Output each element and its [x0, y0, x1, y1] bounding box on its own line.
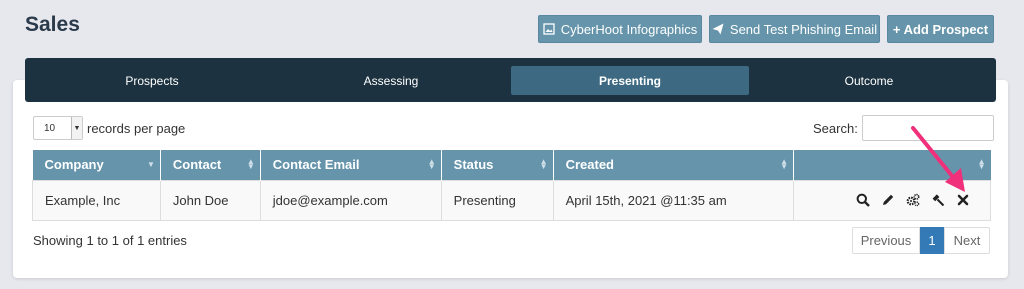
pagination: Previous 1 Next — [852, 227, 990, 254]
tab-outcome[interactable]: Outcome — [747, 66, 991, 95]
cell-status: Presenting — [440, 179, 554, 221]
infographics-label: CyberHoot Infographics — [560, 21, 698, 37]
send-phishing-button[interactable]: Send Test Phishing Email — [709, 15, 880, 43]
image-icon — [543, 23, 555, 35]
annotation-arrow-icon — [911, 126, 965, 192]
page-1-button[interactable]: 1 — [920, 227, 944, 254]
column-label: Created — [565, 157, 614, 173]
column-header-contact-email[interactable]: Contact Email ▲ ▼ — [260, 150, 442, 180]
add-prospect-button[interactable]: + Add Prospect — [887, 15, 994, 43]
column-header-status[interactable]: Status ▲ ▼ — [441, 150, 554, 180]
table-info: Showing 1 to 1 of 1 entries — [33, 233, 187, 248]
cell-company: Example, Inc — [32, 179, 161, 221]
tab-prospects[interactable]: Prospects — [30, 66, 274, 95]
records-per-page-control: 10 ▼ records per page — [33, 116, 185, 140]
sort-desc-icon: ▼ — [146, 160, 155, 169]
search-label: Search: — [813, 120, 858, 136]
column-label: Status — [453, 157, 494, 173]
cell-contact: John Doe — [159, 179, 261, 221]
send-phishing-label: Send Test Phishing Email — [729, 21, 878, 37]
paper-plane-icon — [712, 23, 724, 35]
sort-icon: ▲ ▼ — [780, 157, 789, 171]
edit-icon[interactable] — [880, 193, 895, 208]
tab-bar: Prospects Assessing Presenting Outcome — [25, 58, 996, 102]
cell-created: April 15th, 2021 @11:35 am — [552, 179, 795, 221]
next-page-button[interactable]: Next — [944, 227, 990, 254]
column-header-contact[interactable]: Contact ▲ ▼ — [160, 150, 261, 180]
infographics-button[interactable]: CyberHoot Infographics — [538, 15, 702, 43]
column-header-created[interactable]: Created ▲ ▼ — [553, 150, 795, 180]
column-label: Contact — [172, 157, 222, 173]
tab-assessing[interactable]: Assessing — [269, 66, 513, 95]
records-per-page-select[interactable]: 10 ▼ — [33, 116, 83, 140]
records-per-page-label: records per page — [87, 120, 186, 136]
cell-email: jdoe@example.com — [259, 179, 442, 221]
sort-icon: ▲ ▼ — [246, 157, 255, 171]
prospects-table: Company ▼ Contact ▲ ▼ Contact Email ▲ ▼ Statu… — [32, 150, 991, 221]
table-row: Example, Inc John Doe jdoe@example.com P… — [32, 179, 991, 221]
column-label: Contact Email — [272, 157, 360, 173]
records-per-page-value: 10 — [44, 122, 56, 134]
column-label: Company — [44, 157, 104, 173]
previous-page-button[interactable]: Previous — [852, 227, 920, 254]
sort-icon: ▲ ▼ — [427, 157, 436, 171]
column-header-company[interactable]: Company ▼ — [32, 150, 161, 180]
page-title: Sales — [25, 13, 80, 36]
dropdown-arrow-icon: ▼ — [71, 117, 82, 139]
search-icon[interactable] — [855, 193, 870, 208]
add-prospect-label: + Add Prospect — [892, 21, 989, 37]
sort-icon: ▲ ▼ — [977, 157, 986, 171]
tab-presenting[interactable]: Presenting — [511, 66, 749, 95]
sort-icon: ▲ ▼ — [539, 157, 548, 171]
